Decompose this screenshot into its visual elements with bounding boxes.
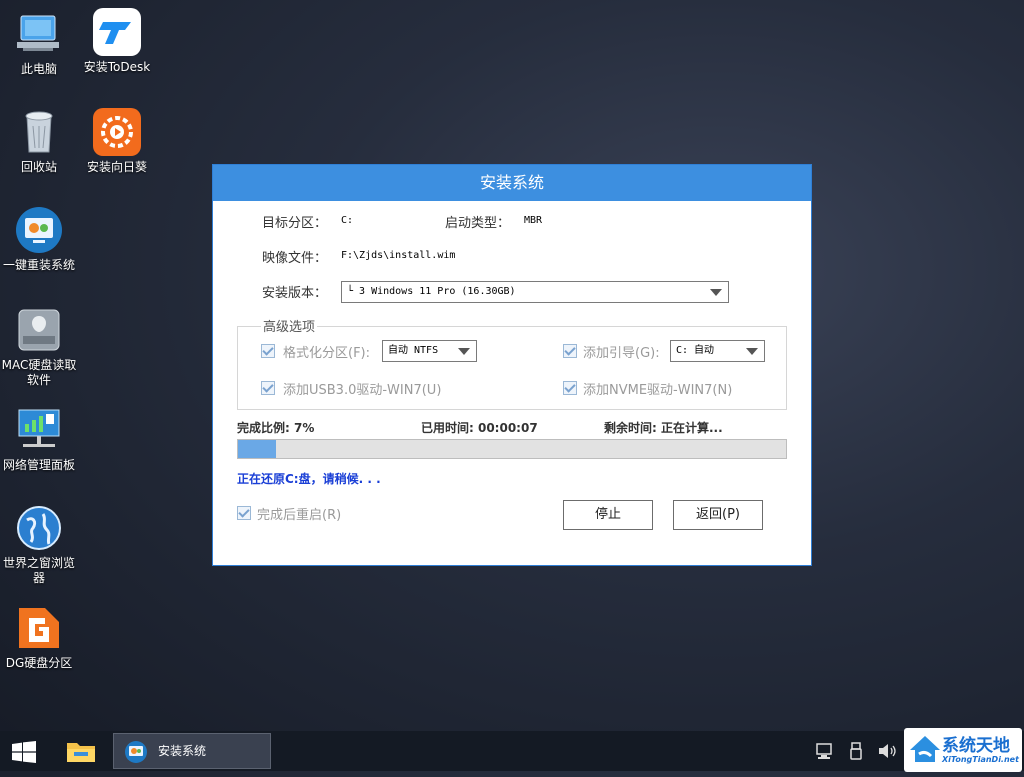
desktop-icon-label: 安装ToDesk xyxy=(83,60,151,74)
desktop-icon-todesk[interactable]: 安装ToDesk xyxy=(78,8,156,75)
image-file-label: 映像文件： xyxy=(262,251,328,266)
version-select[interactable]: └ 3 Windows 11 Pro (16.30GB) xyxy=(341,281,729,303)
boot-type-label: 启动类型： xyxy=(445,216,511,231)
watermark-url: XiTongTianDi.net xyxy=(942,755,1019,764)
sunflower-icon xyxy=(93,108,141,156)
network-tray-icon[interactable] xyxy=(816,742,834,764)
desktop-icon-label: DG硬盘分区 xyxy=(5,656,73,670)
target-partition-value: C: xyxy=(341,215,354,226)
nvme-driver-checkbox[interactable] xyxy=(563,381,577,395)
usb3-driver-label: 添加USB3.0驱动-WIN7(U) xyxy=(283,383,442,398)
taskbar: 安装系统 系统天地 XiTongTianDi.net xyxy=(0,728,1024,772)
todesk-icon xyxy=(93,8,141,56)
desktop-icon-label: 此电脑 xyxy=(20,62,57,76)
format-select-value: 自动 NTFS xyxy=(388,345,439,356)
stop-button[interactable]: 停止 xyxy=(563,500,653,530)
taskbar-item-label: 安装系统 xyxy=(158,744,207,758)
desktop-icon-label: 一键重装系统 xyxy=(2,258,75,272)
desktop-icon-label: 安装向日葵 xyxy=(86,160,147,174)
browser-globe-icon xyxy=(15,504,63,552)
version-label: 安装版本： xyxy=(262,286,328,301)
network-panel-icon xyxy=(15,406,63,454)
desktop-icon-reinstall[interactable]: 一键重装系统 xyxy=(0,206,78,273)
desktop-icon-sunflower[interactable]: 安装向日葵 xyxy=(78,108,156,175)
desktop-icon-label: 网络管理面板 xyxy=(2,458,75,472)
desktop-icon-mac-disk[interactable]: MAC硬盘读取软件 xyxy=(0,306,78,388)
boot-select-value: C: 自动 xyxy=(676,345,715,356)
status-message: 正在还原C:盘，请稍候. . . xyxy=(237,472,381,486)
advanced-options-title: 高级选项 xyxy=(261,316,318,335)
house-logo-icon xyxy=(908,732,942,770)
chevron-down-icon xyxy=(710,289,722,296)
image-file-value: F:\Zjds\install.wim xyxy=(341,250,456,261)
windows-start-icon[interactable] xyxy=(12,741,36,767)
desktop-icon-label: MAC硬盘读取软件 xyxy=(1,358,77,387)
desktop-icon-browser[interactable]: 世界之窗浏览器 xyxy=(0,504,78,586)
progress-bar-fill xyxy=(238,440,277,458)
recycle-bin-icon xyxy=(15,108,63,156)
desktop-icon-network-panel[interactable]: 网络管理面板 xyxy=(0,406,78,473)
usb3-driver-checkbox[interactable] xyxy=(261,381,275,395)
restart-after-checkbox[interactable] xyxy=(237,506,251,520)
desktop-icon-label: 世界之窗浏览器 xyxy=(2,556,75,585)
progress-bar xyxy=(237,439,787,459)
remaining-time-label: 剩余时间: 正在计算... xyxy=(604,421,723,435)
chevron-down-icon xyxy=(746,348,758,355)
nvme-driver-label: 添加NVME驱动-WIN7(N) xyxy=(583,383,733,398)
version-select-value: └ 3 Windows 11 Pro (16.30GB) xyxy=(347,286,516,297)
dialog-title: 安装系统 xyxy=(213,165,811,201)
taskbar-item-install-system[interactable]: 安装系统 xyxy=(113,733,271,769)
dg-partition-icon xyxy=(15,604,63,652)
boot-type-value: MBR xyxy=(524,215,543,226)
format-select[interactable]: 自动 NTFS xyxy=(382,340,477,362)
elapsed-time-label: 已用时间: 00:00:07 xyxy=(421,421,538,435)
desktop-icon-this-pc[interactable]: 此电脑 xyxy=(0,10,78,77)
desktop-icon-label: 回收站 xyxy=(20,160,57,174)
restart-after-label: 完成后重启(R) xyxy=(257,508,342,523)
progress-percent-label: 完成比例: 7% xyxy=(237,421,315,435)
volume-tray-icon[interactable] xyxy=(878,742,898,764)
reinstall-system-icon xyxy=(15,206,63,254)
computer-icon xyxy=(15,10,63,58)
chevron-down-icon xyxy=(458,348,470,355)
install-system-dialog: 安装系统 目标分区： C: 启动类型： MBR 映像文件： F:\Zjds\in… xyxy=(212,164,812,566)
add-boot-checkbox[interactable] xyxy=(563,344,577,358)
desktop-icon-recycle-bin[interactable]: 回收站 xyxy=(0,108,78,175)
boot-select[interactable]: C: 自动 xyxy=(670,340,765,362)
reinstall-system-icon xyxy=(124,740,148,777)
usb-tray-icon[interactable] xyxy=(849,742,863,764)
watermark-brand: 系统天地 xyxy=(942,736,1010,756)
desktop-icon-dg-partition[interactable]: DG硬盘分区 xyxy=(0,604,78,671)
format-partition-checkbox[interactable] xyxy=(261,344,275,358)
mac-disk-icon xyxy=(15,306,63,354)
add-boot-label: 添加引导(G): xyxy=(583,346,660,361)
format-partition-label: 格式化分区(F): xyxy=(283,346,371,361)
file-explorer-icon[interactable] xyxy=(66,739,96,767)
back-button[interactable]: 返回(P) xyxy=(673,500,763,530)
target-partition-label: 目标分区： xyxy=(262,216,328,231)
watermark-logo: 系统天地 XiTongTianDi.net xyxy=(904,728,1022,772)
